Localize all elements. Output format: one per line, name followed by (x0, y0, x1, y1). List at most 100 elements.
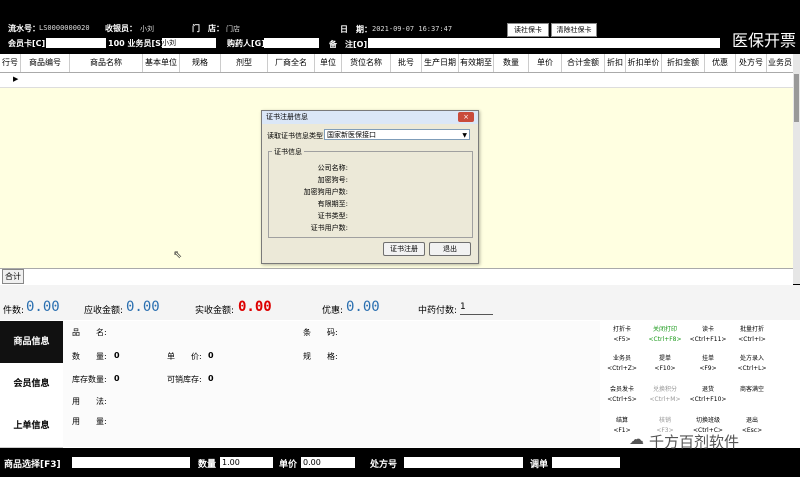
unit-price-input[interactable]: 0.00 (301, 457, 355, 468)
buyer-input[interactable] (264, 38, 319, 48)
function-button[interactable]: 挂单 <F9> (689, 352, 727, 378)
salesman-label: 100 业务员[S] (108, 39, 165, 48)
stock-value: 0 (114, 374, 120, 383)
function-button-shortcut: <Ctrl+Z> (607, 365, 637, 372)
horizontal-scrollbar[interactable] (0, 285, 800, 296)
function-button-shortcut: <F5> (613, 336, 631, 343)
function-button-label: 读卡 (701, 326, 714, 333)
quantity-input[interactable]: 1.00 (220, 457, 273, 468)
exit-button[interactable]: 退出 (429, 242, 471, 256)
function-button-label: 退出 (745, 417, 758, 424)
discount-value: 0.00 (346, 299, 380, 315)
function-button[interactable]: 批量打折 <Ctrl+I> (733, 323, 771, 349)
total-row (0, 268, 793, 285)
col-expiry[interactable]: 有效期至 (459, 54, 494, 72)
col-discount[interactable]: 折扣 (605, 54, 626, 72)
store-value: 门店 (226, 25, 240, 33)
prescription-input[interactable] (404, 457, 523, 468)
function-button-label: 挂单 (701, 355, 714, 362)
total-label: 合计 (2, 269, 24, 284)
dongle-no-label: 加密狗号: (317, 176, 348, 184)
read-type-select[interactable]: 国家新医保接口 ▼ (324, 129, 470, 140)
sellable-value: 0 (208, 374, 214, 383)
serial-label: 流水号： (8, 24, 40, 33)
col-location[interactable]: 货位名称 (342, 54, 391, 72)
col-quantity[interactable]: 数量 (494, 54, 529, 72)
function-button[interactable]: 关闭打印 <Ctrl+F8> (646, 323, 684, 349)
function-button[interactable]: 打折卡 <F5> (603, 323, 641, 349)
tab-member-info[interactable]: 会员信息 (0, 363, 63, 406)
function-button-shortcut: <Ctrl+S> (607, 396, 637, 403)
col-discount-price[interactable]: 折扣单价 (626, 54, 662, 72)
herb-count-input[interactable]: 1 (460, 302, 493, 315)
col-row-no[interactable]: 行号 (0, 54, 21, 72)
function-button[interactable]: 商客满空 (733, 383, 771, 409)
function-button-label: 切换班级 (695, 417, 720, 424)
order-input[interactable] (552, 457, 620, 468)
col-unit[interactable]: 单位 (315, 54, 342, 72)
stock-label: 库存数量: (72, 375, 107, 384)
tab-product-info[interactable]: 商品信息 (0, 321, 63, 364)
function-button[interactable]: 提单 <F10> (646, 352, 684, 378)
function-button-shortcut: <Ctrl+F8> (648, 336, 682, 343)
function-button[interactable]: 会员发卡 <Ctrl+S> (603, 383, 641, 409)
col-dosage-form[interactable]: 剂型 (221, 54, 268, 72)
function-button[interactable]: 读卡 <Ctrl+F11> (689, 323, 727, 349)
prescription-label: 处方号 (370, 460, 398, 470)
function-button-label: 兑换积分 (652, 386, 677, 393)
tab-last-order-info[interactable]: 上单信息 (0, 405, 63, 448)
col-product-code[interactable]: 商品编号 (21, 54, 70, 72)
col-batch[interactable]: 批号 (391, 54, 422, 72)
dongle-users-label: 加密狗用户数: (303, 188, 348, 196)
read-type-value: 国家新医保接口 (327, 131, 376, 139)
quantity-label: 数量 (198, 460, 217, 470)
date-label: 日 期： (340, 25, 372, 34)
col-spec[interactable]: 规格 (180, 54, 221, 72)
herb-count-label: 中药付数: (418, 306, 458, 316)
salesman-input[interactable]: 小刘 (162, 38, 216, 48)
serial-value: LS0000000020 (39, 24, 90, 32)
product-select-input[interactable] (72, 457, 190, 468)
scrollbar-thumb[interactable] (794, 74, 799, 122)
unit-price-label: 单价 (279, 460, 298, 470)
col-unit-price[interactable]: 单价 (529, 54, 562, 72)
group-title: 证书信息 (272, 147, 304, 157)
close-icon[interactable]: × (458, 112, 474, 122)
function-button-label: 处方录入 (739, 355, 764, 362)
product-select-label: 商品选择[F3] (4, 460, 61, 470)
member-card-input[interactable] (46, 38, 106, 48)
col-prescription-no[interactable]: 处方号 (736, 54, 767, 72)
count-value: 0.00 (26, 299, 60, 315)
spec-label: 规 格: (303, 352, 338, 361)
clear-insurance-card-button[interactable]: 清除社保卡 (551, 23, 597, 37)
function-button[interactable]: 退货 <Ctrl+F10> (689, 383, 727, 409)
chevron-down-icon: ▼ (462, 132, 467, 139)
company-name-label: 公司名称: (317, 164, 348, 172)
table-row[interactable]: ▶ (0, 73, 793, 88)
function-button-shortcut: <Ctrl+I> (738, 336, 766, 343)
function-button-shortcut: <Ctrl+M> (649, 396, 681, 403)
function-button[interactable]: 业务员 <Ctrl+Z> (603, 352, 641, 378)
function-button-shortcut: <F9> (699, 365, 717, 372)
note-input[interactable] (368, 38, 720, 48)
col-manufacturer[interactable]: 厂商全名 (268, 54, 315, 72)
received-label: 实收金额: (195, 306, 235, 316)
cert-type-label: 证书类型: (317, 212, 348, 220)
cert-users-label: 证书用户数: (310, 224, 348, 232)
col-salesman[interactable]: 业务员 (767, 54, 794, 72)
member-card-label: 会员卡[C] (8, 39, 46, 48)
watermark-text: 千方百剂软件 (649, 433, 740, 451)
col-discount-amount[interactable]: 折扣金额 (662, 54, 705, 72)
price-label: 单 价: (167, 352, 202, 361)
col-production-date[interactable]: 生产日期 (422, 54, 459, 72)
col-base-unit[interactable]: 基本单位 (143, 54, 180, 72)
register-certificate-button[interactable]: 证书注册 (383, 242, 425, 256)
function-button[interactable]: 处方录入 <Ctrl+L> (733, 352, 771, 378)
col-promotion[interactable]: 优惠 (705, 54, 736, 72)
col-total-amount[interactable]: 合计金额 (562, 54, 605, 72)
function-button-label: 批量打折 (739, 326, 764, 333)
function-button[interactable]: 兑换积分 <Ctrl+M> (646, 383, 684, 409)
read-insurance-card-button[interactable]: 读社保卡 (507, 23, 549, 37)
buyer-label: 购药人[G] (227, 39, 265, 48)
col-product-name[interactable]: 商品名称 (70, 54, 143, 72)
